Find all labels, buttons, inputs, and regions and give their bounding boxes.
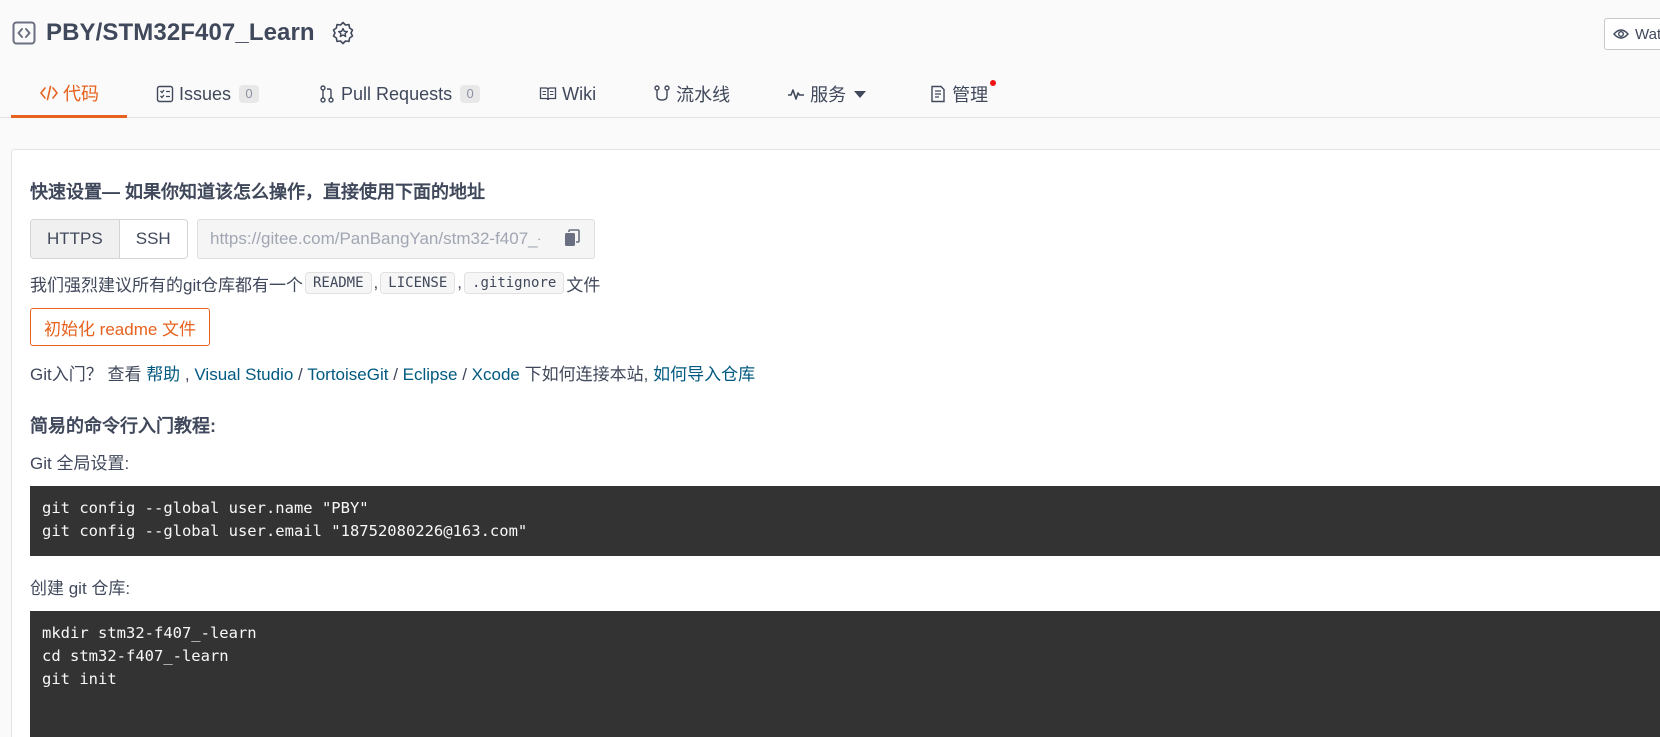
tab-label: Pull Requests bbox=[341, 83, 453, 104]
tab-pipeline[interactable]: 流水线 bbox=[652, 70, 730, 118]
visual-studio-link[interactable]: Visual Studio bbox=[194, 365, 293, 384]
tab-label: Issues bbox=[179, 83, 232, 104]
https-button[interactable]: HTTPS bbox=[31, 220, 120, 258]
create-repo-label: 创建 git 仓库: bbox=[30, 579, 131, 598]
clone-url-input[interactable] bbox=[210, 229, 540, 249]
notification-dot bbox=[990, 80, 997, 86]
protocol-toggle: HTTPS SSH bbox=[30, 219, 188, 259]
tab-label: 代码 bbox=[63, 83, 99, 104]
watch-button[interactable]: Watch bbox=[1604, 18, 1660, 50]
watch-label: Watch bbox=[1635, 25, 1660, 43]
import-repo-link[interactable]: 如何导入仓库 bbox=[653, 365, 755, 384]
separator: , bbox=[457, 273, 463, 292]
recommend-prefix: 我们强烈建议所有的git仓库都有一个 bbox=[30, 275, 303, 295]
eye-icon bbox=[1613, 29, 1629, 39]
tab-pull-requests[interactable]: Pull Requests 0 bbox=[317, 70, 481, 118]
gitignore-tag: .gitignore bbox=[464, 272, 565, 294]
ssh-button[interactable]: SSH bbox=[119, 220, 187, 258]
tab-manage[interactable]: 管理 bbox=[928, 70, 997, 118]
tab-code[interactable]: 代码 bbox=[11, 70, 127, 118]
help-middle: 下如何连接本站, bbox=[524, 365, 649, 384]
book-icon bbox=[538, 84, 558, 104]
git-help-line: Git入门？ 查看 帮助 , Visual Studio / TortoiseG… bbox=[30, 360, 755, 385]
tab-label: 服务 bbox=[810, 85, 847, 105]
tab-label: 管理 bbox=[952, 85, 989, 105]
pull-request-icon bbox=[317, 84, 337, 104]
repo-name[interactable]: PBY/STM32F407_Learn bbox=[46, 19, 315, 47]
tortoisegit-link[interactable]: TortoiseGit bbox=[307, 365, 388, 384]
eclipse-link[interactable]: Eclipse bbox=[403, 365, 458, 384]
repo-tabs: 代码 Issues 0 Pull Requests 0 Wiki 流水线 服务 … bbox=[11, 70, 997, 118]
repo-header: PBY/STM32F407_Learn Watch 代码 Issues 0 bbox=[0, 0, 1660, 118]
recommend-text: 我们强烈建议所有的git仓库都有一个 README , LICENSE , .g… bbox=[30, 270, 600, 296]
settings-doc-icon bbox=[928, 84, 948, 104]
global-config-code[interactable]: git config --global user.name "PBY" git … bbox=[30, 486, 1660, 556]
global-settings-label: Git 全局设置: bbox=[30, 454, 130, 473]
code-line: git init bbox=[42, 670, 117, 688]
separator: , bbox=[184, 365, 190, 384]
tutorial-title: 简易的命令行入门教程: bbox=[30, 416, 216, 436]
code-line: cd stm32-f407_-learn bbox=[42, 647, 229, 665]
pr-count-badge: 0 bbox=[460, 85, 481, 103]
separator: / bbox=[298, 365, 303, 384]
issues-icon bbox=[155, 84, 175, 104]
code-line: git config --global user.name "PBY" bbox=[42, 499, 369, 517]
tab-wiki[interactable]: Wiki bbox=[538, 70, 596, 118]
xcode-link[interactable]: Xcode bbox=[472, 365, 520, 384]
init-readme-button[interactable]: 初始化 readme 文件 bbox=[30, 308, 210, 346]
separator: , bbox=[373, 273, 379, 292]
clone-url-box bbox=[197, 219, 595, 259]
separator: / bbox=[393, 365, 398, 384]
readme-tag: README bbox=[304, 272, 372, 294]
issues-count-badge: 0 bbox=[239, 85, 260, 103]
copy-icon[interactable] bbox=[564, 229, 580, 252]
quick-setup-title: 快速设置— 如果你知道该怎么操作，直接使用下面的地址 bbox=[30, 182, 485, 202]
quick-setup-panel: 快速设置— 如果你知道该怎么操作，直接使用下面的地址 HTTPS SSH 我们强… bbox=[11, 149, 1660, 737]
code-icon bbox=[39, 83, 59, 103]
separator: / bbox=[462, 365, 467, 384]
create-repo-code[interactable]: mkdir stm32-f407_-learn cd stm32-f407_-l… bbox=[30, 611, 1660, 737]
code-line: mkdir stm32-f407_-learn bbox=[42, 624, 257, 642]
pipeline-icon bbox=[652, 84, 672, 104]
help-link[interactable]: 帮助 bbox=[146, 365, 180, 384]
tab-label: 流水线 bbox=[676, 85, 731, 105]
recommend-suffix: 文件 bbox=[566, 275, 601, 295]
license-tag: LICENSE bbox=[380, 272, 456, 294]
award-badge-icon[interactable] bbox=[331, 21, 355, 45]
code-repo-icon bbox=[12, 21, 36, 45]
chevron-down-icon bbox=[854, 90, 867, 98]
tab-issues[interactable]: Issues 0 bbox=[155, 70, 260, 118]
code-line: git config --global user.email "18752080… bbox=[42, 522, 528, 540]
help-prefix: Git入门？ 查看 bbox=[30, 365, 142, 384]
pulse-icon bbox=[786, 84, 806, 104]
tab-label: Wiki bbox=[562, 83, 597, 104]
tab-services[interactable]: 服务 bbox=[786, 70, 867, 118]
repo-title-row: PBY/STM32F407_Learn bbox=[12, 14, 355, 52]
